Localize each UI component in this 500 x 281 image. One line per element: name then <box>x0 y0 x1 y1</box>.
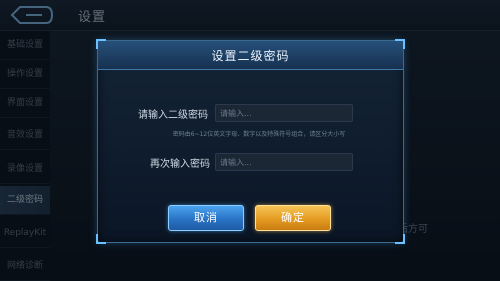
confirm-button[interactable]: 确定 <box>255 205 331 231</box>
dialog-header: 设置二级密码 <box>98 41 403 70</box>
cancel-button[interactable]: 取消 <box>168 205 244 231</box>
secondary-password-dialog: 设置二级密码 请输入二级密码 密码由6~12位英文字母、数字以及特殊符号组合，请… <box>96 39 405 244</box>
confirm-password-input[interactable] <box>215 153 353 171</box>
confirm-password-label: 再次输入密码 <box>150 159 210 170</box>
dialog-title: 设置二级密码 <box>211 49 290 63</box>
password-input[interactable] <box>215 104 353 122</box>
corner-ornament <box>96 234 106 244</box>
corner-ornament <box>395 234 405 244</box>
password-label: 请输入二级密码 <box>138 110 208 121</box>
password-hint: 密码由6~12位英文字母、数字以及特殊符号组合，请区分大小写 <box>172 131 346 138</box>
